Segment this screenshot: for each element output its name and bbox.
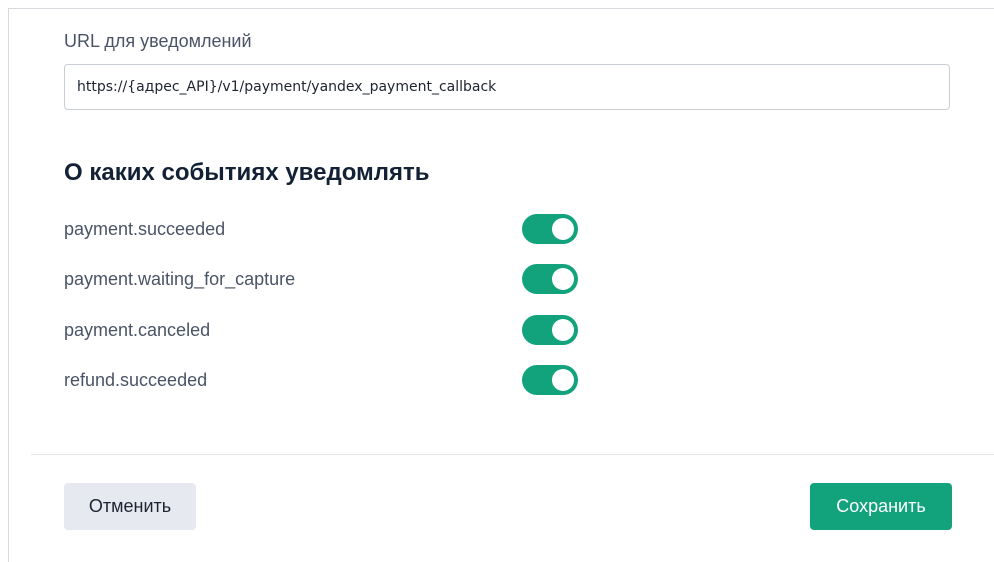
event-label: refund.succeeded — [64, 370, 208, 390]
event-label: payment.waiting_for_capture — [64, 269, 296, 289]
event-row-payment-canceled: payment.canceled — [64, 315, 584, 349]
event-row-payment-succeeded: payment.succeeded — [64, 214, 584, 248]
toggle-knob — [552, 319, 574, 341]
event-label: payment.succeeded — [64, 219, 226, 239]
payment-waiting-for-capture-toggle[interactable] — [522, 264, 578, 294]
event-row-payment-waiting-for-capture: payment.waiting_for_capture — [64, 264, 584, 298]
cancel-button[interactable]: Отменить — [64, 483, 196, 530]
refund-succeeded-toggle[interactable] — [522, 365, 578, 395]
events-section-title: О каких событиях уведомлять — [64, 159, 430, 186]
event-label: payment.canceled — [64, 320, 211, 340]
payment-canceled-toggle[interactable] — [522, 315, 578, 345]
toggle-knob — [552, 218, 574, 240]
toggle-knob — [552, 268, 574, 290]
url-input[interactable] — [64, 64, 950, 110]
footer-divider — [31, 454, 994, 455]
toggle-knob — [552, 369, 574, 391]
save-button[interactable]: Сохранить — [810, 483, 952, 530]
event-row-refund-succeeded: refund.succeeded — [64, 365, 584, 399]
payment-succeeded-toggle[interactable] — [522, 214, 578, 244]
url-label: URL для уведомлений — [64, 31, 252, 51]
webhook-settings-dialog: URL для уведомлений О каких событиях уве… — [8, 8, 994, 562]
